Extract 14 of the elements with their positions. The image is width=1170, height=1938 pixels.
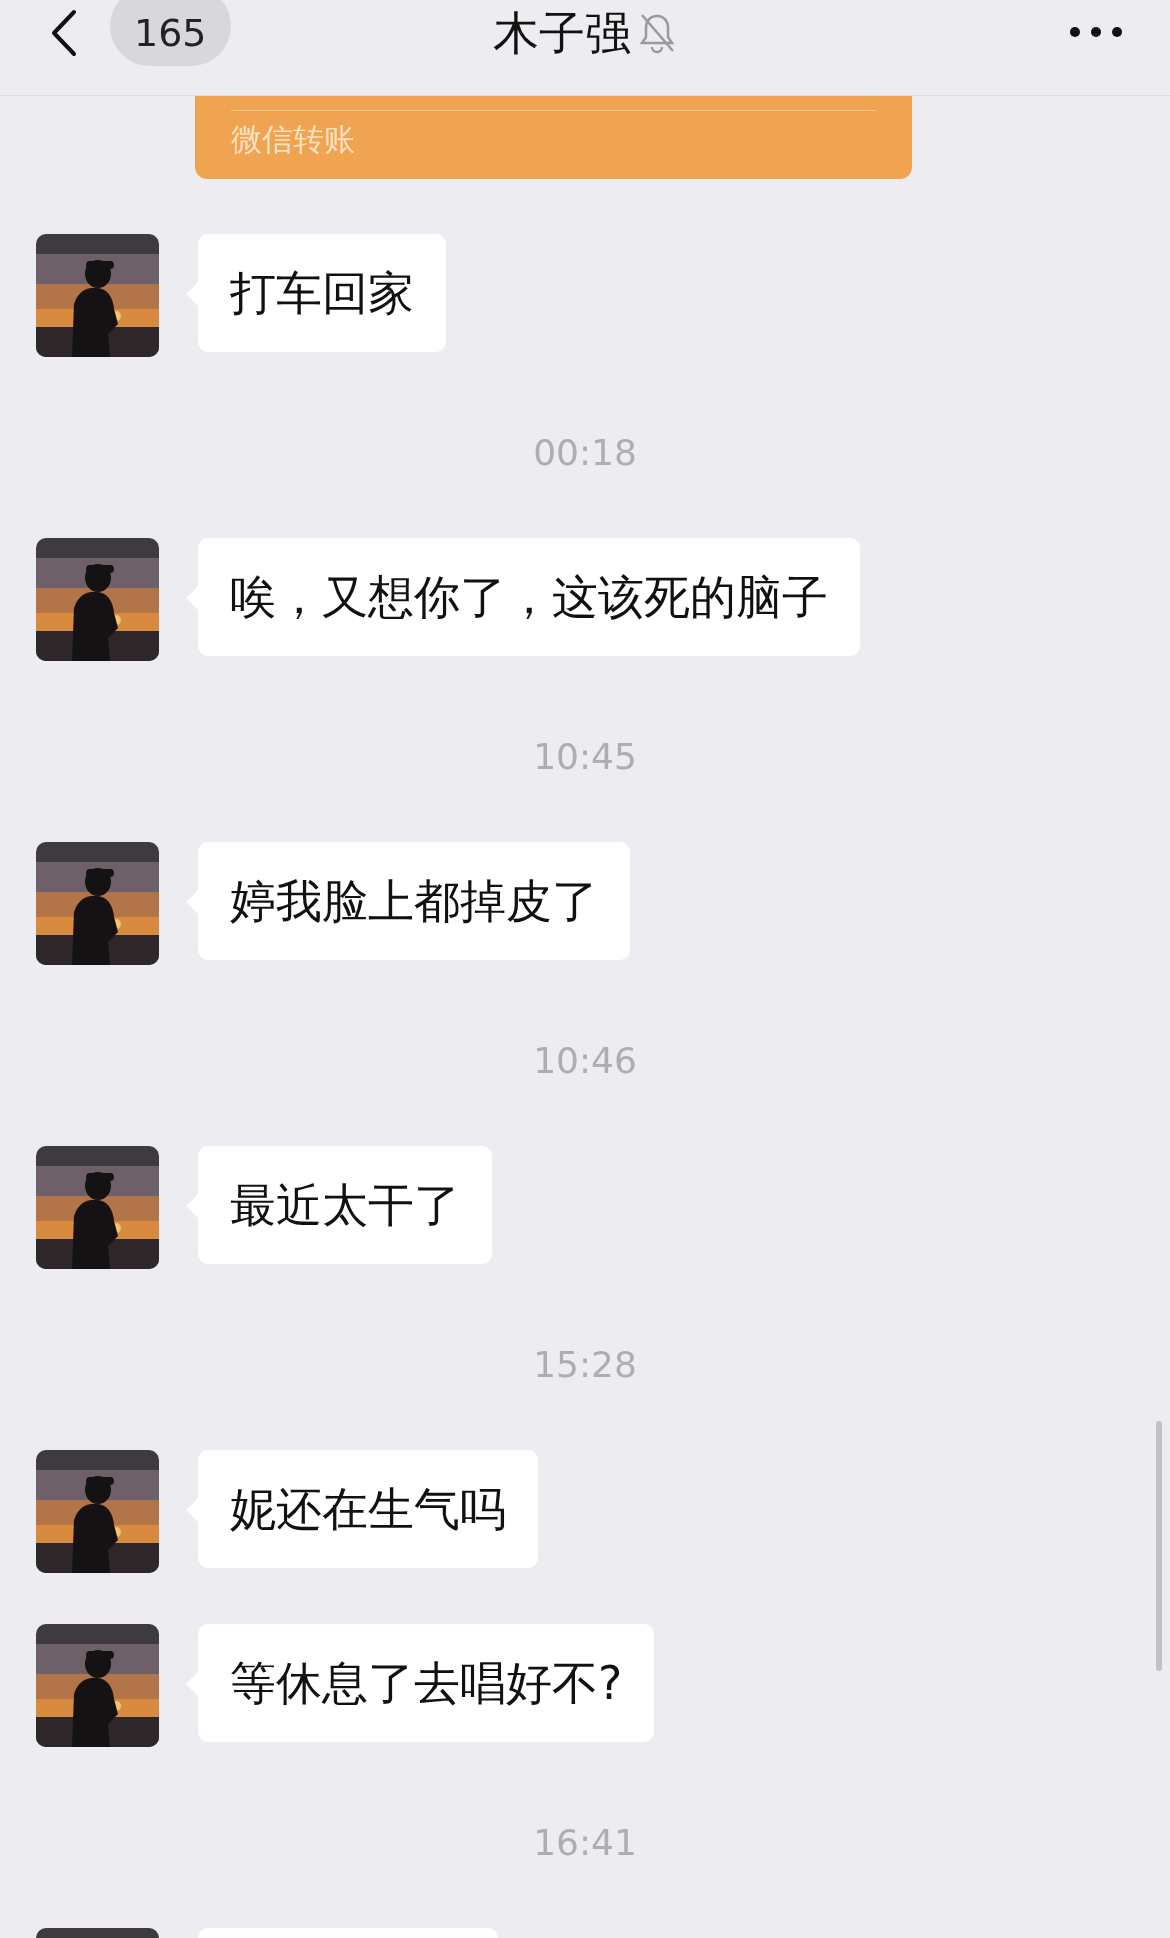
message-bubble: 妮还在生气吗 [198, 1450, 538, 1568]
timestamp: 16:41 [533, 1821, 637, 1865]
message-bubble: 婷我脸上都掉皮了 [198, 842, 630, 960]
timestamp: 00:18 [533, 431, 637, 475]
message-bubble: 打车回家 [198, 234, 446, 352]
unread-count-badge[interactable]: 165 [110, 0, 231, 66]
timestamp: 15:28 [533, 1343, 637, 1387]
timestamp: 10:46 [533, 1039, 637, 1083]
message-bubble: 最近太干了 [198, 1146, 492, 1264]
timestamp: 10:45 [533, 735, 637, 779]
message-bubble: 唉，又想你了，这该死的脑子 [198, 538, 860, 656]
chat-title: 木子强 [493, 5, 631, 62]
transfer-label: 微信转账 [231, 120, 355, 159]
message-bubble: 等休息了去唱好不? [198, 1624, 655, 1742]
